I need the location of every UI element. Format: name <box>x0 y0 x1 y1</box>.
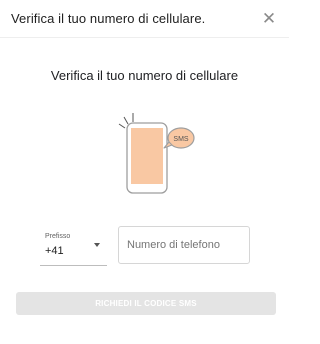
phone-sms-icon: SMS <box>118 113 195 194</box>
page-title: Verifica il tuo numero di cellulare <box>50 68 239 83</box>
verify-phone-dialog: Verifica il tuo numero di cellulare. ✕ V… <box>0 0 289 344</box>
phone-form-row: Prefisso +41 <box>40 226 250 266</box>
attention-line-left <box>118 123 126 129</box>
request-sms-code-button[interactable]: RICHIEDI IL CODICE SMS <box>16 292 276 315</box>
sms-bubble-text: SMS <box>173 136 189 143</box>
prefix-value: +41 <box>45 245 64 257</box>
chevron-down-icon <box>94 243 100 247</box>
prefix-select[interactable]: Prefisso +41 <box>40 226 107 266</box>
close-icon[interactable]: ✕ <box>259 9 279 29</box>
attention-line-middle <box>123 116 129 125</box>
prefix-label: Prefisso <box>45 233 71 240</box>
dialog-header: Verifica il tuo numero di cellulare. ✕ <box>0 0 289 38</box>
dialog-title: Verifica il tuo numero di cellulare. <box>11 11 206 26</box>
phone-screen <box>131 128 163 184</box>
phone-number-input[interactable] <box>118 226 250 264</box>
